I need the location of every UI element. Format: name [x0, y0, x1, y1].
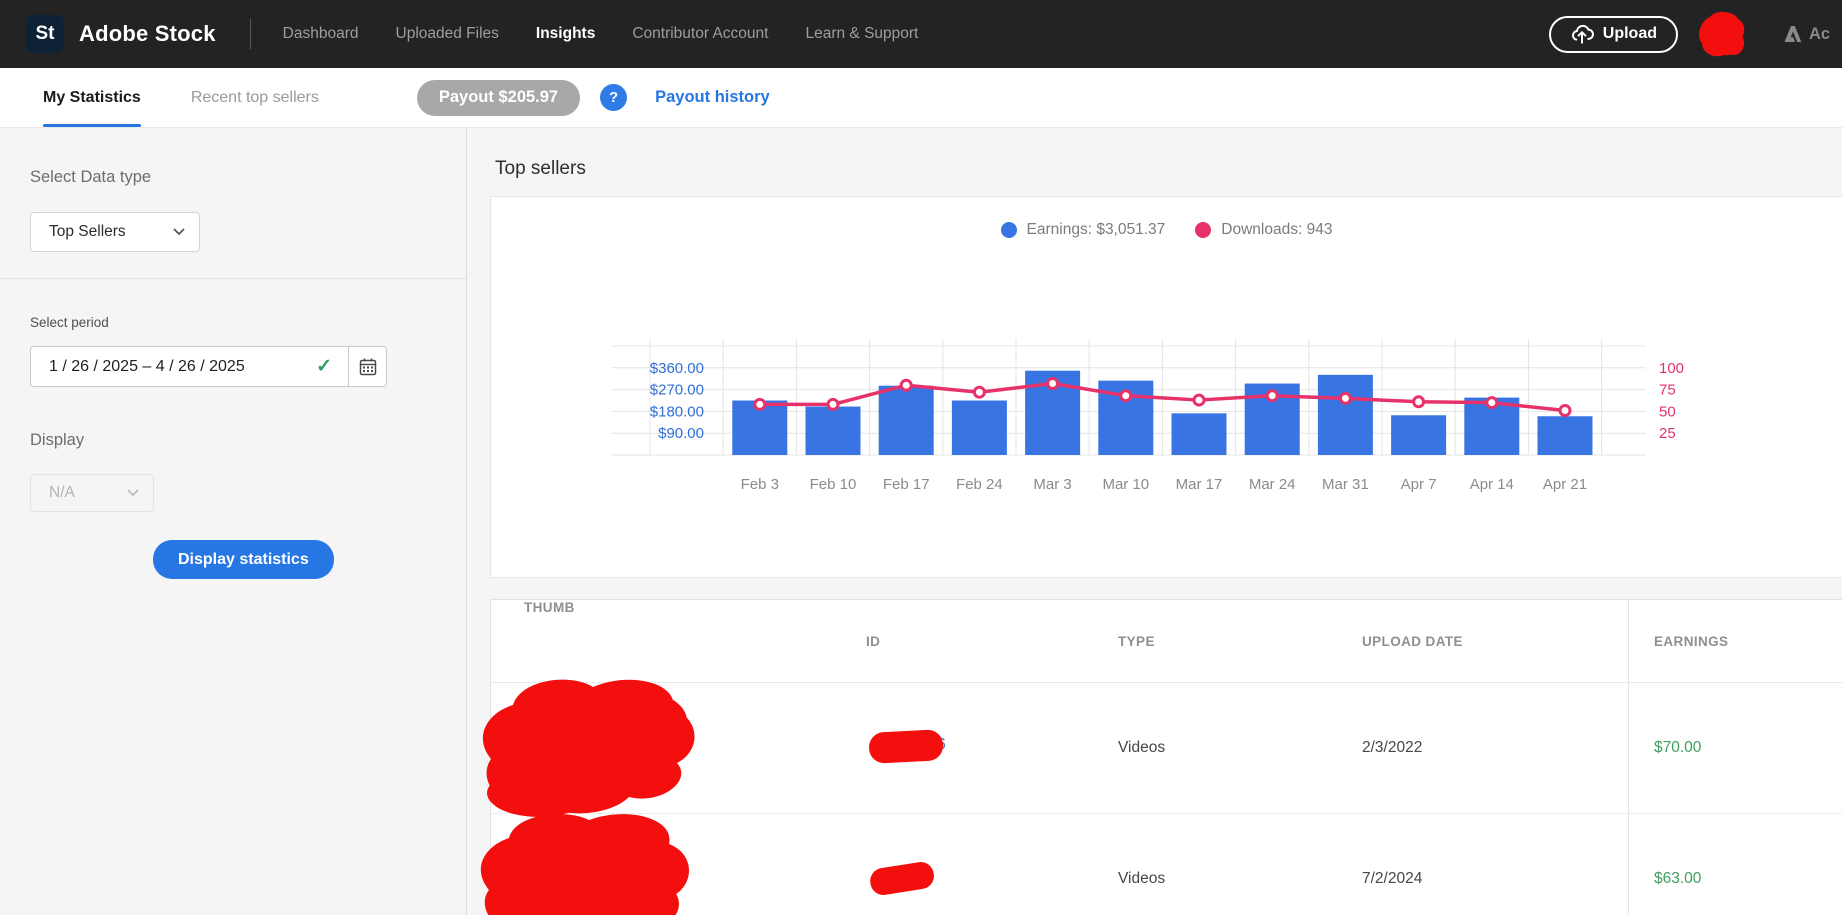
svg-text:100: 100 [1659, 360, 1684, 377]
asset-id-link[interactable]: 9 [866, 866, 933, 884]
svg-text:Apr 7: Apr 7 [1401, 476, 1437, 493]
adobe-account-entry[interactable]: Ac [1784, 25, 1842, 44]
svg-text:Apr 21: Apr 21 [1543, 476, 1587, 493]
adobe-logo-icon [1784, 26, 1802, 43]
asset-thumbnail[interactable] [491, 814, 866, 915]
nav-divider [250, 19, 251, 49]
chevron-down-icon [127, 489, 139, 497]
svg-text:75: 75 [1659, 382, 1676, 399]
asset-upload-date: 2/3/2022 [1362, 739, 1628, 757]
main-panel: Top sellers Earnings: $3,051.37 Download… [467, 128, 1842, 915]
svg-text:Feb 3: Feb 3 [741, 476, 779, 493]
adobe-stock-app: St Adobe Stock Dashboard Uploaded Files … [0, 0, 1842, 915]
user-avatar[interactable] [1698, 9, 1746, 59]
top-navbar: St Adobe Stock Dashboard Uploaded Files … [0, 0, 1842, 68]
main-navigation: Dashboard Uploaded Files Insights Contri… [283, 25, 919, 43]
statistics-tabbar: My Statistics Recent top sellers Payout … [0, 68, 1842, 128]
payout-help-icon[interactable]: ? [600, 84, 627, 111]
top-sellers-table: THUMB ID TYPE UPLOAD DATE EARNINGS [490, 599, 1842, 915]
payout-history-link[interactable]: Payout history [655, 88, 770, 107]
upload-button[interactable]: Upload [1549, 16, 1678, 53]
svg-text:Mar 31: Mar 31 [1322, 476, 1369, 493]
thumbnail-redaction-scribble [479, 804, 704, 915]
svg-text:Feb 24: Feb 24 [956, 476, 1003, 493]
stock-logo[interactable]: St [26, 15, 64, 53]
period-row: 1 / 26 / 2025 – 4 / 26 / 2025 ✓ [30, 346, 387, 387]
svg-text:$180.00: $180.00 [650, 403, 704, 420]
asset-id-link[interactable]: 36 [866, 736, 946, 754]
svg-text:Mar 24: Mar 24 [1249, 476, 1296, 493]
display-select[interactable]: N/A [30, 474, 154, 512]
nav-item-insights[interactable]: Insights [536, 25, 595, 43]
table-header-row: THUMB ID TYPE UPLOAD DATE EARNINGS [491, 600, 1842, 683]
stock-logo-text: St [36, 23, 55, 45]
data-type-label: Select Data type [30, 168, 466, 187]
nav-item-dashboard[interactable]: Dashboard [283, 25, 359, 43]
data-type-value: Top Sellers [49, 223, 126, 241]
earnings-downloads-chart: $360.00 $270.00 $180.00 $90.00 100 75 50 25 Feb … [491, 197, 1842, 578]
upload-button-label: Upload [1603, 25, 1657, 43]
svg-text:Feb 10: Feb 10 [810, 476, 857, 493]
thumbnail-redaction-scribble [479, 673, 711, 821]
column-header-earnings: EARNINGS [1628, 600, 1842, 682]
page-title: Top sellers [495, 158, 1842, 180]
valid-check-icon: ✓ [316, 355, 332, 378]
chevron-down-icon [173, 228, 185, 236]
svg-text:Feb 17: Feb 17 [883, 476, 930, 493]
svg-text:Mar 3: Mar 3 [1033, 476, 1071, 493]
sidebar-divider [0, 278, 466, 279]
asset-earnings: $70.00 [1628, 683, 1842, 813]
nav-item-contributor-account[interactable]: Contributor Account [632, 25, 768, 43]
page-content: Select Data type Top Sellers Select peri… [0, 128, 1842, 915]
asset-id-cell: 36 [866, 726, 1118, 771]
nav-item-uploaded-files[interactable]: Uploaded Files [396, 25, 499, 43]
calendar-icon [358, 357, 378, 377]
display-label: Display [30, 431, 466, 450]
svg-text:Mar 17: Mar 17 [1176, 476, 1223, 493]
display-value: N/A [49, 484, 75, 502]
column-header-type: TYPE [1118, 634, 1362, 649]
display-statistics-button[interactable]: Display statistics [153, 540, 334, 579]
svg-text:$360.00: $360.00 [650, 360, 704, 377]
table-row: 36 Videos 2/3/2022 $70.00 [491, 683, 1842, 813]
asset-type: Videos [1118, 739, 1362, 757]
tab-my-statistics[interactable]: My Statistics [43, 68, 141, 127]
asset-type: Videos [1118, 870, 1362, 888]
data-type-select[interactable]: Top Sellers [30, 212, 200, 252]
cloud-upload-icon [1570, 24, 1594, 44]
asset-upload-date: 7/2/2024 [1362, 870, 1628, 888]
column-header-id: ID [866, 634, 1118, 649]
period-value: 1 / 26 / 2025 – 4 / 26 / 2025 [49, 358, 245, 376]
svg-text:$90.00: $90.00 [658, 425, 704, 442]
asset-thumbnail[interactable] [491, 683, 866, 813]
column-header-thumb: THUMB [491, 600, 866, 682]
avatar-redaction-scribble [1696, 9, 1748, 61]
asset-id-cell: 9 [866, 856, 1118, 901]
calendar-button[interactable] [349, 346, 387, 387]
svg-text:Mar 10: Mar 10 [1102, 476, 1149, 493]
payout-badge: Payout $205.97 [417, 80, 580, 116]
adobe-account-label: Ac [1809, 25, 1830, 44]
asset-earnings: $63.00 [1628, 814, 1842, 915]
svg-text:25: 25 [1659, 425, 1676, 442]
period-range-input[interactable]: 1 / 26 / 2025 – 4 / 26 / 2025 ✓ [30, 346, 349, 387]
brand-title: Adobe Stock [79, 21, 216, 47]
period-label: Select period [30, 315, 466, 330]
svg-text:Apr 14: Apr 14 [1470, 476, 1514, 493]
svg-text:$270.00: $270.00 [650, 382, 704, 399]
tab-recent-top-sellers[interactable]: Recent top sellers [191, 68, 319, 127]
filters-sidebar: Select Data type Top Sellers Select peri… [0, 128, 467, 915]
nav-item-learn-support[interactable]: Learn & Support [805, 25, 918, 43]
statistics-chart-card: Earnings: $3,051.37 Downloads: 943 $360.… [490, 196, 1842, 578]
svg-text:50: 50 [1659, 403, 1676, 420]
table-row: 9 Videos 7/2/2024 $63.00 [491, 813, 1842, 915]
column-header-upload-date: UPLOAD DATE [1362, 634, 1628, 649]
